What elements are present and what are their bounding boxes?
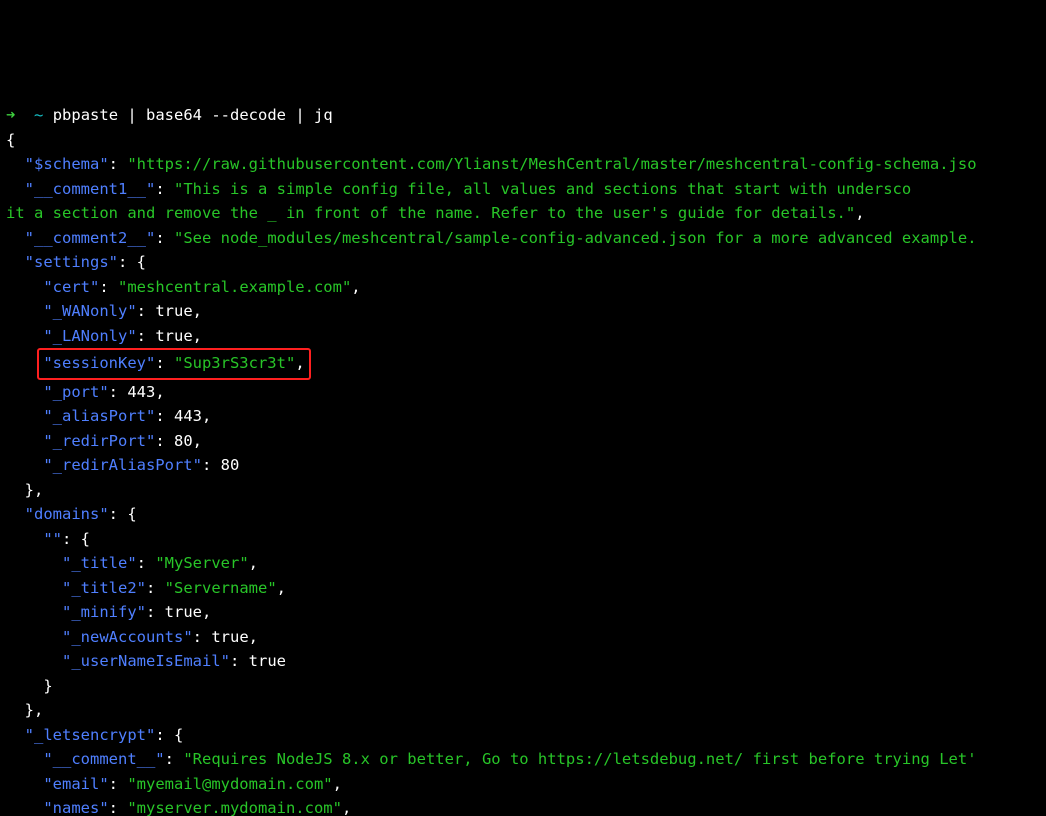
json-string: "myemail@mydomain.com" bbox=[127, 775, 332, 793]
json-string-sessionkey: "Sup3rS3cr3t" bbox=[174, 354, 295, 372]
json-key: "_LANonly" bbox=[43, 327, 136, 345]
command-line: pbpaste | base64 --decode | jq bbox=[53, 106, 333, 124]
json-key: "_port" bbox=[43, 383, 108, 401]
json-key: "email" bbox=[43, 775, 108, 793]
json-bool: true bbox=[211, 628, 248, 646]
json-key-letsencrypt: "_letsencrypt" bbox=[25, 726, 156, 744]
json-key: "_newAccounts" bbox=[62, 628, 193, 646]
json-key: "_userNameIsEmail" bbox=[62, 652, 230, 670]
json-bool: true bbox=[155, 302, 192, 320]
json-key: "_title" bbox=[62, 554, 137, 572]
json-number: 80 bbox=[221, 456, 240, 474]
json-key: "_redirPort" bbox=[43, 432, 155, 450]
json-bool: true bbox=[249, 652, 286, 670]
json-string: it a section and remove the _ in front o… bbox=[6, 204, 855, 222]
json-key-sessionkey: "sessionKey" bbox=[43, 354, 155, 372]
json-key: "__comment__" bbox=[43, 750, 164, 768]
json-key: "_title2" bbox=[62, 579, 146, 597]
json-number: 80 bbox=[174, 432, 193, 450]
sessionkey-highlight-box: "sessionKey": "Sup3rS3cr3t", bbox=[37, 348, 310, 380]
json-key-settings: "settings" bbox=[25, 253, 118, 271]
json-string: "This is a simple config file, all value… bbox=[174, 180, 911, 198]
json-string: "meshcentral.example.com" bbox=[118, 278, 351, 296]
json-string: "See node_modules/meshcentral/sample-con… bbox=[174, 229, 977, 247]
json-key: "names" bbox=[43, 799, 108, 816]
prompt-cwd: ~ bbox=[34, 106, 43, 124]
json-key: "cert" bbox=[43, 278, 99, 296]
json-number: 443 bbox=[127, 383, 155, 401]
json-key-domains: "domains" bbox=[25, 505, 109, 523]
terminal-output: ➜ ~ pbpaste | base64 --decode | jq { "$s… bbox=[0, 74, 1046, 816]
json-string: "MyServer" bbox=[155, 554, 248, 572]
json-brace: { bbox=[6, 131, 15, 149]
json-key: "__comment2__" bbox=[25, 229, 156, 247]
json-key: "$schema" bbox=[25, 155, 109, 173]
prompt-arrow-icon: ➜ bbox=[6, 106, 15, 124]
json-number: 443 bbox=[174, 407, 202, 425]
json-key: "_aliasPort" bbox=[43, 407, 155, 425]
json-bool: true bbox=[165, 603, 202, 621]
json-key: "_redirAliasPort" bbox=[43, 456, 202, 474]
json-string: "Servername" bbox=[165, 579, 277, 597]
json-string: "Requires NodeJS 8.x or better, Go to ht… bbox=[183, 750, 976, 768]
json-key: "_WANonly" bbox=[43, 302, 136, 320]
json-string: "https://raw.githubusercontent.com/Ylian… bbox=[127, 155, 976, 173]
json-key: "" bbox=[43, 530, 62, 548]
json-string: "myserver.mydomain.com" bbox=[127, 799, 342, 816]
json-bool: true bbox=[155, 327, 192, 345]
json-key: "_minify" bbox=[62, 603, 146, 621]
json-key: "__comment1__" bbox=[25, 180, 156, 198]
